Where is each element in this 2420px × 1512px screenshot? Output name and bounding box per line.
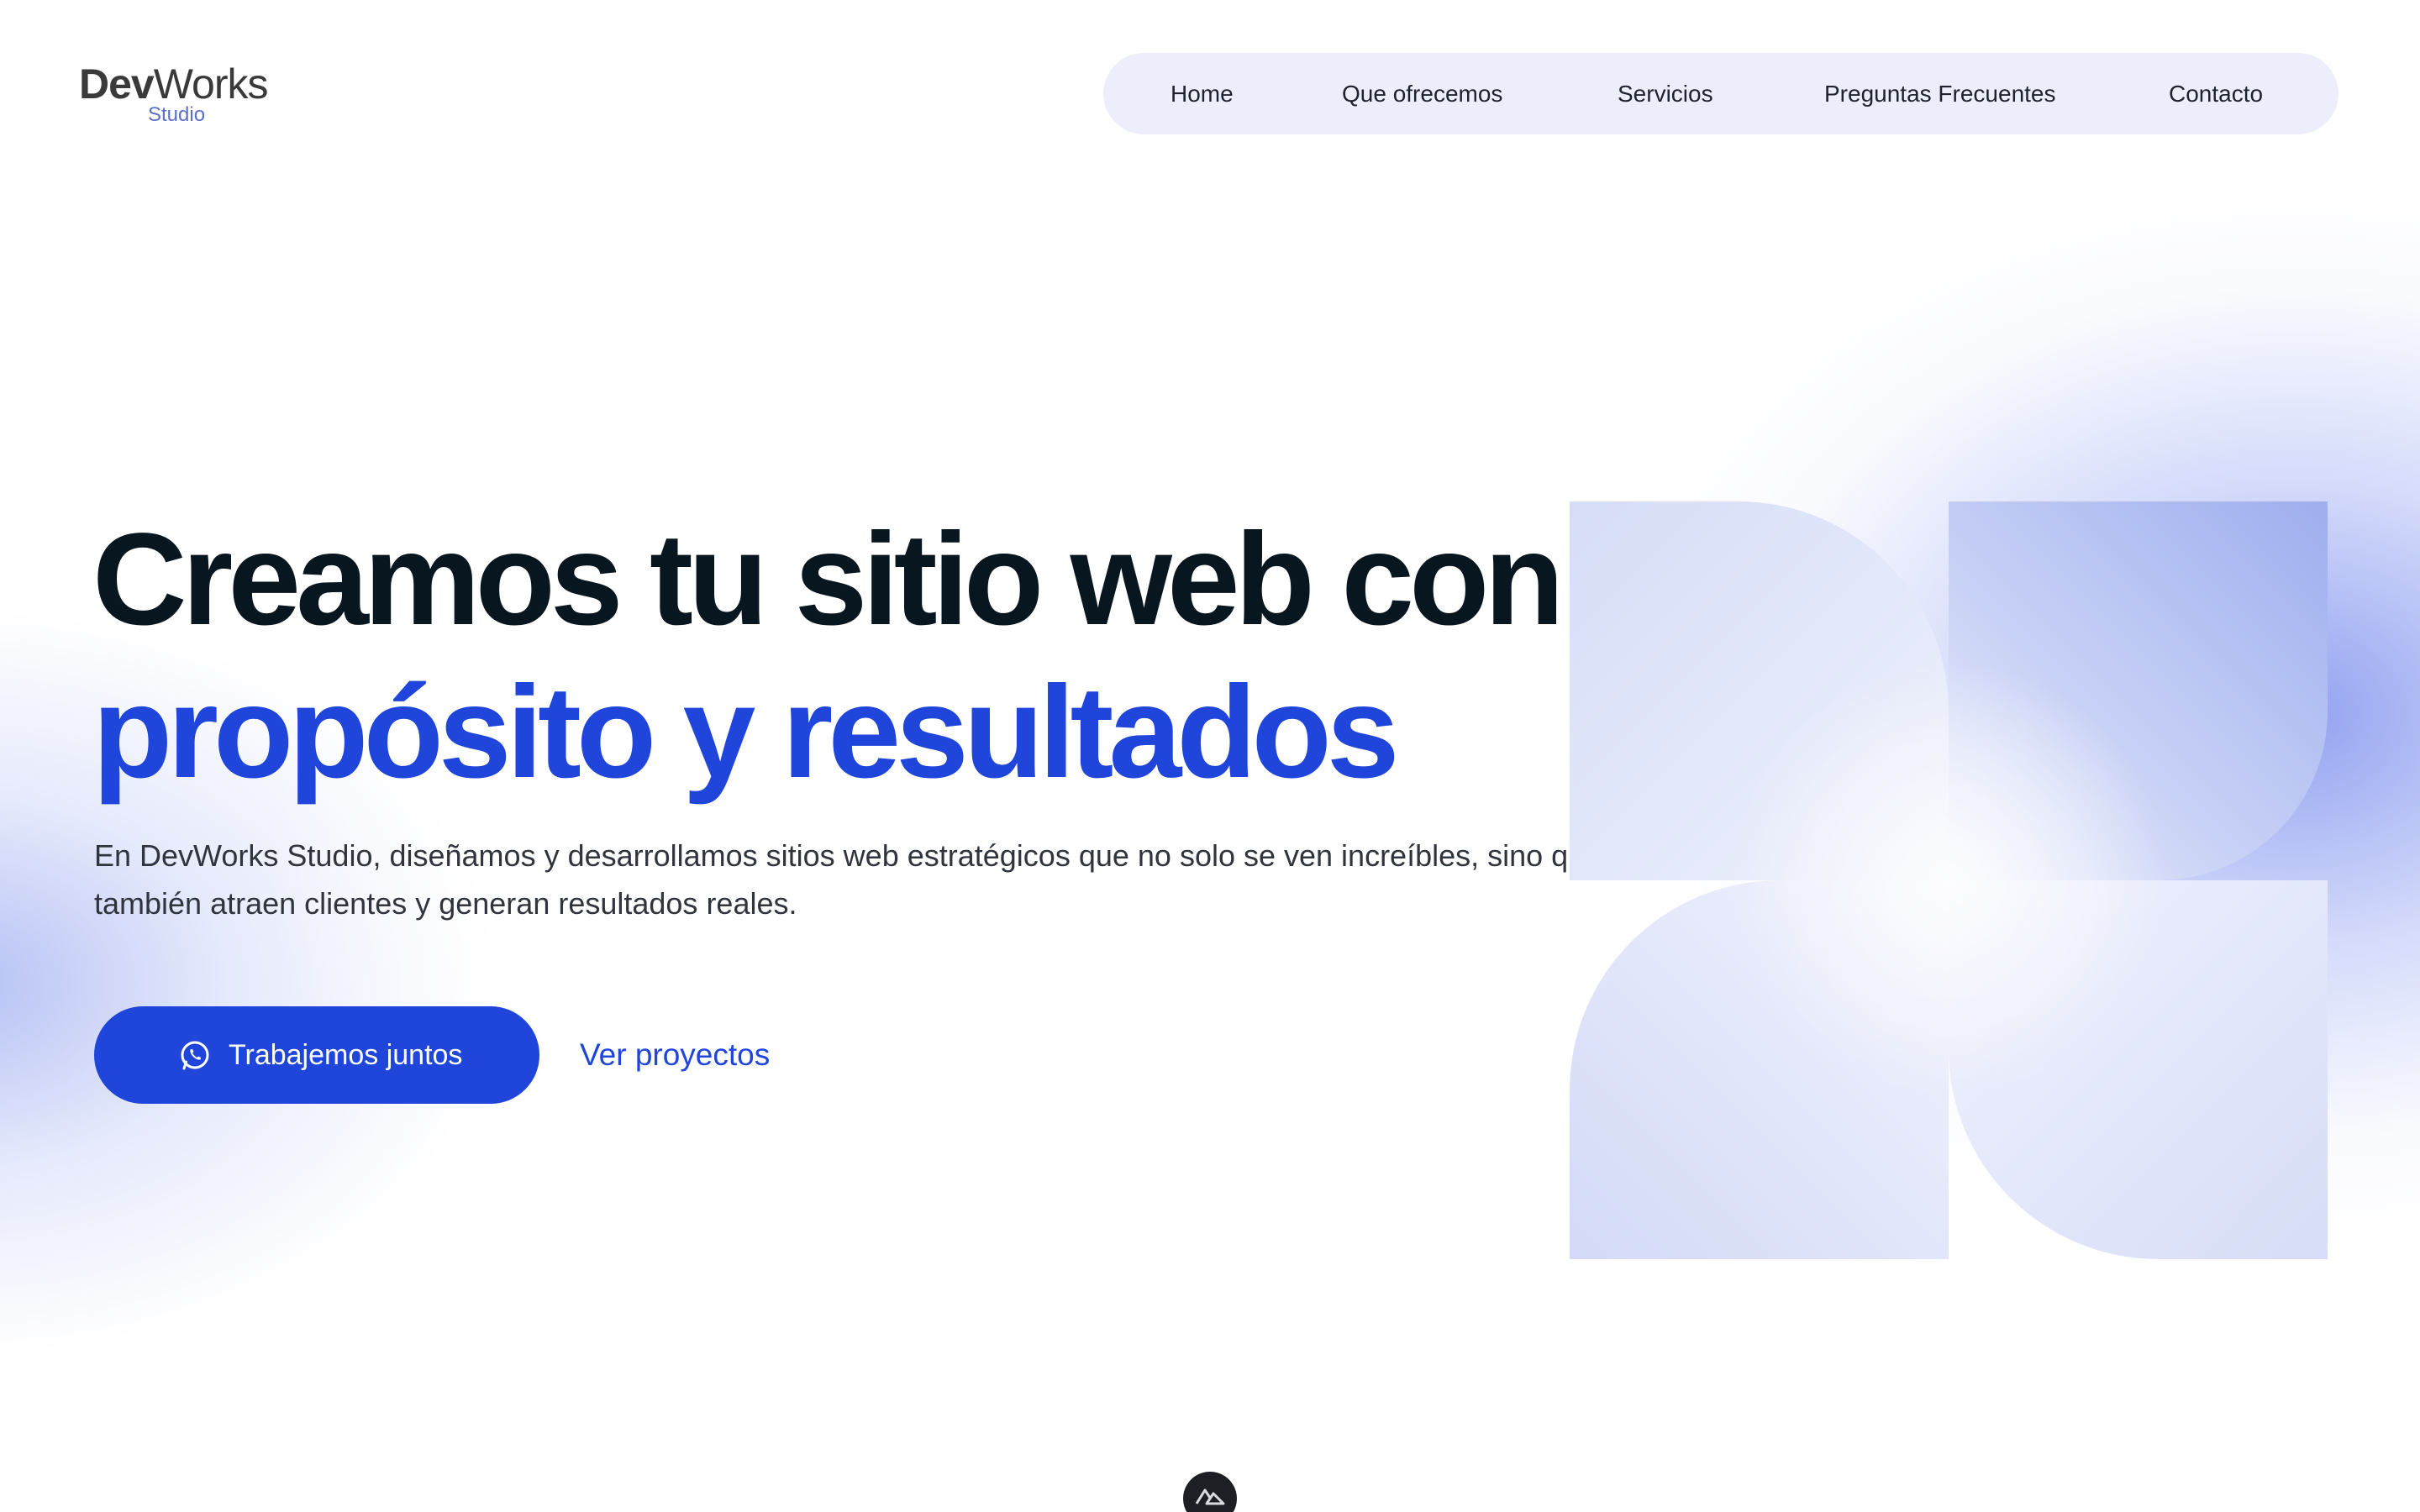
main-navigation: Home Que ofrecemos Servicios Preguntas F… [1103, 53, 2338, 134]
nav-item-preguntas-frecuentes[interactable]: Preguntas Frecuentes [1824, 53, 2056, 134]
logo-light-text: Works [153, 60, 269, 108]
nuxt-badge[interactable] [1183, 1472, 1237, 1512]
nav-item-contacto[interactable]: Contacto [2169, 53, 2263, 134]
hero-title-line-2: propósito y resultados [92, 659, 1400, 806]
landing-page: DevWorks Studio Home Que ofrecemos Servi… [0, 0, 2420, 1512]
hero-title-line-1: Creamos tu sitio web con [92, 507, 1565, 653]
logo-subtitle: Studio [148, 103, 206, 126]
trabajemos-juntos-label: Trabajemos juntos [229, 1039, 463, 1071]
nav-item-home[interactable]: Home [1171, 53, 1234, 134]
mountain-logo-icon [1195, 1488, 1225, 1505]
whatsapp-icon [181, 1041, 209, 1070]
hero-geometric-illustration [1570, 501, 2328, 1259]
hero-description: En DevWorks Studio, diseñamos y desarrol… [94, 838, 1602, 921]
trabajemos-juntos-button[interactable]: Trabajemos juntos [94, 1006, 539, 1104]
logo-bold-text: Dev [79, 60, 155, 108]
logo-wordmark: DevWorks [79, 60, 269, 108]
nav-item-que-ofrecemos[interactable]: Que ofrecemos [1342, 53, 1502, 134]
brand-logo[interactable]: DevWorks Studio [79, 62, 297, 129]
ver-proyectos-link[interactable]: Ver proyectos [580, 1006, 770, 1104]
nav-item-servicios[interactable]: Servicios [1618, 53, 1713, 134]
